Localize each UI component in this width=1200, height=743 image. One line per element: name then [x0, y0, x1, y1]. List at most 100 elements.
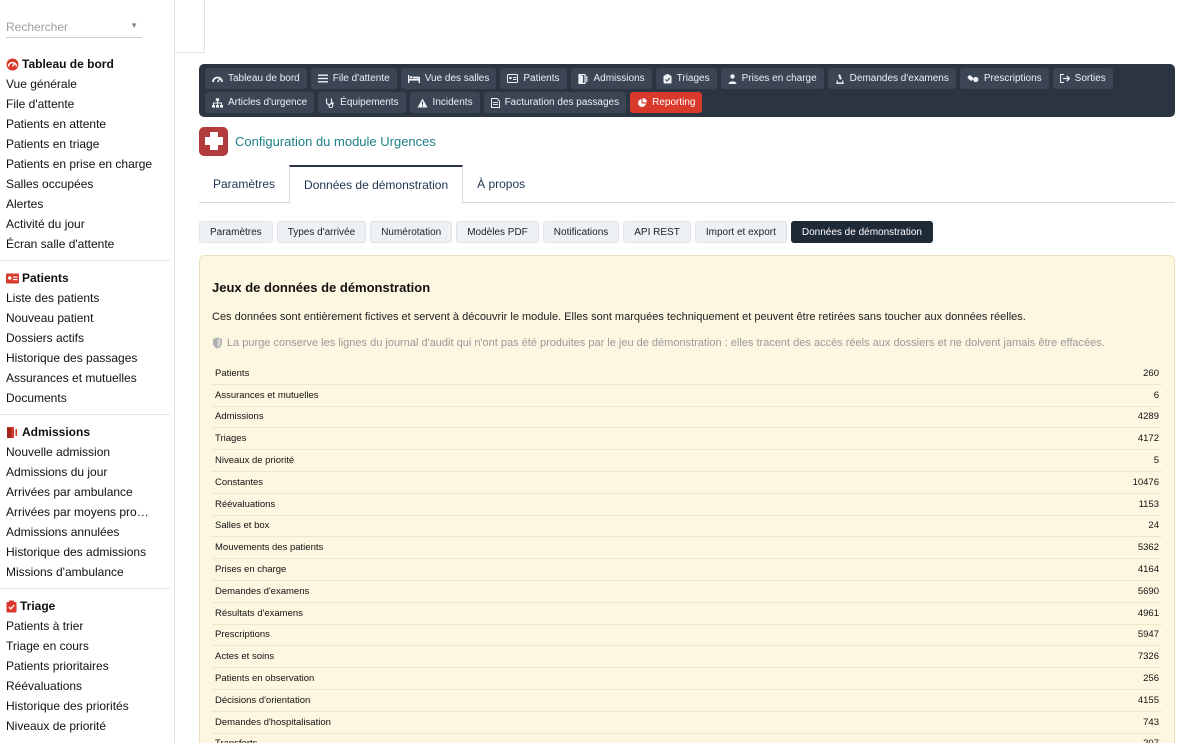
table-row: Niveaux de priorité 5 [212, 450, 1162, 472]
shield-icon [213, 337, 222, 349]
nav-button-prises-en-charge[interactable]: Prises en charge [720, 68, 824, 89]
sidebar-item-file-d-attente[interactable]: File d'attente [0, 94, 174, 114]
row-label: Prescriptions [215, 629, 270, 641]
subtab-notifications[interactable]: Notifications [542, 221, 620, 243]
table-row: Actes et soins 7326 [212, 646, 1162, 669]
sidebar-heading-patients[interactable]: Patients [0, 268, 174, 288]
sub-tabs: Paramètres Types d'arrivée Numérotation Mod… [199, 221, 933, 243]
chevron-down-icon[interactable]: ▼ [130, 21, 138, 30]
sidebar-item-patients-en-attente[interactable]: Patients en attente [0, 114, 174, 134]
row-label: Demandes d'examens [215, 585, 310, 597]
sidebar-section-triage: Triage Patients à trier Triage en cours Pat… [0, 596, 174, 736]
sidebar-heading-tableau-de-bord[interactable]: Tableau de bord [0, 54, 174, 74]
sidebar-item-patients-en-triage[interactable]: Patients en triage [0, 134, 174, 154]
nav-button-triages[interactable]: Triages [655, 68, 717, 89]
nav-button-incidents[interactable]: Incidents [409, 92, 480, 113]
sidebar-item-activite-du-jour[interactable]: Activité du jour [0, 214, 174, 234]
sidebar-item-historique-des-admissions[interactable]: Historique des admissions [0, 542, 174, 562]
row-count: 4289 [1137, 411, 1159, 423]
sidebar-heading-label: Triage [20, 599, 56, 613]
nav-button-label: Triages [676, 73, 710, 84]
table-row: Admissions 4289 [212, 407, 1162, 429]
microscope-icon [835, 73, 845, 84]
sidebar-item-patients-prioritaires[interactable]: Patients prioritaires [0, 656, 174, 676]
subtab-types-d-arrivee[interactable]: Types d'arrivée [276, 221, 367, 243]
sidebar-divider [0, 414, 170, 415]
sidebar-section-tableau-de-bord: Tableau de bord Vue générale File d'attent… [0, 54, 174, 254]
row-label: Décisions d'orientation [215, 694, 311, 706]
nav-button-file-d-attente[interactable]: File d'attente [310, 68, 397, 89]
nav-button-articles-d-urgence[interactable]: Articles d'urgence [205, 92, 315, 113]
sidebar-item-nouveau-patient[interactable]: Nouveau patient [0, 308, 174, 328]
nav-button-sorties[interactable]: Sorties [1052, 68, 1113, 89]
nav-button-tableau-de-bord[interactable]: Tableau de bord [205, 68, 307, 89]
nav-button-facturation-des-passages[interactable]: Facturation des passages [483, 92, 627, 113]
subtab-api-rest[interactable]: API REST [623, 221, 691, 243]
row-count: 207 [1143, 738, 1159, 743]
nav-button-admissions[interactable]: Admissions [570, 68, 652, 89]
sidebar-item-salles-occupees[interactable]: Salles occupées [0, 174, 174, 194]
sidebar-heading-admissions[interactable]: Admissions [0, 422, 174, 442]
row-label: Patients [215, 367, 250, 379]
sidebar-item-patients-en-prise-en-charge[interactable]: Patients en prise en charge [0, 154, 174, 174]
sidebar-item-arrivees-par-moyens-pro[interactable]: Arrivées par moyens pro… [0, 502, 174, 522]
row-count: 4172 [1137, 433, 1159, 445]
subtab-donnees-de-demonstration[interactable]: Données de démonstration [790, 221, 933, 243]
door-icon [577, 73, 589, 84]
sidebar-heading-triage[interactable]: Triage [0, 596, 174, 616]
sidebar-item-alertes[interactable]: Alertes [0, 194, 174, 214]
nav-button-label: Incidents [432, 97, 473, 108]
sidebar-item-documents[interactable]: Documents [0, 388, 174, 408]
sidebar-item-historique-des-passages[interactable]: Historique des passages [0, 348, 174, 368]
sidebar-item-niveaux-de-priorite[interactable]: Niveaux de priorité [0, 716, 174, 736]
main-tabs: Paramètres Données de démonstration À prop… [199, 165, 1175, 204]
table-row: Prescriptions 5947 [212, 625, 1162, 647]
tab-donnees-de-demonstration[interactable]: Données de démonstration [289, 165, 464, 204]
sidebar-item-ecran-salle-d-attente[interactable]: Écran salle d'attente [0, 234, 174, 254]
sidebar-item-missions-d-ambulance[interactable]: Missions d'ambulance [0, 562, 174, 582]
module-header: Configuration du module Urgences [199, 126, 436, 156]
sidebar-item-admissions-annulees[interactable]: Admissions annulées [0, 522, 174, 542]
sidebar-item-admissions-du-jour[interactable]: Admissions du jour [0, 462, 174, 482]
nav-button-reporting[interactable]: Reporting [630, 92, 703, 113]
table-row: Salles et box 24 [212, 516, 1162, 538]
panel-description: Ces données sont entièrement fictives et… [212, 311, 1026, 323]
panel-note-text: La purge conserve les lignes du journal … [227, 337, 1105, 349]
nav-button-label: Vue des salles [424, 73, 490, 84]
sidebar-item-liste-des-patients[interactable]: Liste des patients [0, 288, 174, 308]
sidebar-item-dossiers-actifs[interactable]: Dossiers actifs [0, 328, 174, 348]
nav-button-prescriptions[interactable]: Prescriptions [959, 68, 1049, 89]
nav-button-patients[interactable]: Patients [500, 68, 567, 89]
row-label: Salles et box [215, 520, 270, 532]
subtab-modeles-pdf[interactable]: Modèles PDF [456, 221, 539, 243]
sidebar-item-assurances-et-mutuelles[interactable]: Assurances et mutuelles [0, 368, 174, 388]
pills-icon [967, 74, 979, 83]
search-input[interactable] [6, 18, 116, 36]
warning-icon [417, 98, 428, 108]
sidebar-item-vue-generale[interactable]: Vue générale [0, 74, 174, 94]
subtab-import-et-export[interactable]: Import et export [694, 221, 787, 243]
table-row: Mouvements des patients 5362 [212, 537, 1162, 560]
subtab-numerotation[interactable]: Numérotation [370, 221, 453, 243]
nav-button-demandes-d-examens[interactable]: Demandes d'examens [827, 68, 956, 89]
demo-data-table: Patients 260 Assurances et mutuelles 6 Admis… [212, 363, 1162, 743]
sidebar-item-historique-des-priorites[interactable]: Historique des priorités [0, 696, 174, 716]
row-label: Assurances et mutuelles [215, 389, 319, 401]
search-field[interactable]: ▼ [6, 18, 142, 38]
row-label: Admissions [215, 411, 264, 423]
table-row: Constantes 10476 [212, 472, 1162, 494]
sidebar-item-reevaluations[interactable]: Réévaluations [0, 676, 174, 696]
sidebar-item-arrivees-par-ambulance[interactable]: Arrivées par ambulance [0, 482, 174, 502]
tab-parametres[interactable]: Paramètres [199, 165, 289, 203]
subtab-parametres[interactable]: Paramètres [199, 221, 273, 243]
list-icon [317, 74, 328, 83]
row-label: Niveaux de priorité [215, 455, 295, 467]
nav-button-equipements[interactable]: Équipements [318, 92, 406, 113]
sidebar-item-triage-en-cours[interactable]: Triage en cours [0, 636, 174, 656]
row-label: Prises en charge [215, 564, 287, 576]
tab-a-propos[interactable]: À propos [463, 165, 539, 203]
sidebar-item-patients-a-trier[interactable]: Patients à trier [0, 616, 174, 636]
nav-button-vue-des-salles[interactable]: Vue des salles [400, 68, 497, 89]
patient-card-icon [6, 273, 19, 284]
sidebar-item-nouvelle-admission[interactable]: Nouvelle admission [0, 442, 174, 462]
